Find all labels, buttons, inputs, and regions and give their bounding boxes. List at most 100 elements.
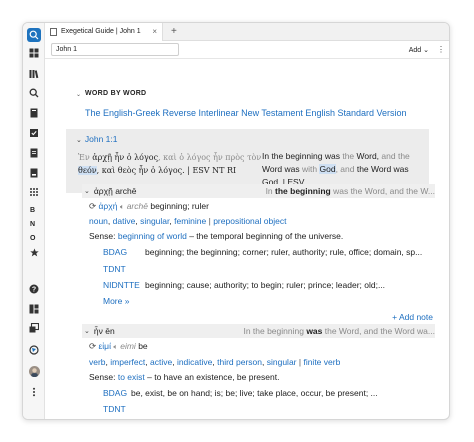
resource-title-link[interactable]: The English-Greek Reverse Interlinear Ne…: [85, 108, 407, 118]
tab-icon: [50, 27, 57, 36]
more-label: More »: [103, 296, 130, 306]
more-icon[interactable]: [27, 385, 41, 399]
morph-tag-link[interactable]: feminine: [174, 216, 206, 226]
entry-translit: archē: [115, 186, 137, 196]
help-icon[interactable]: ?: [27, 282, 41, 296]
shortcut-n[interactable]: N: [30, 221, 35, 228]
panel-menu-icon[interactable]: ⋮: [437, 45, 445, 54]
lexicon-link[interactable]: TDNT: [103, 264, 126, 274]
morph-tag-link[interactable]: dative: [113, 216, 136, 226]
add-label: Add: [408, 46, 422, 54]
dashboard-icon[interactable]: [27, 46, 41, 60]
tab-exegetical-guide[interactable]: Exegetical Guide | John 1 ×: [45, 23, 163, 41]
apps-icon[interactable]: [27, 185, 41, 199]
window-icon[interactable]: [27, 321, 41, 335]
reference-input[interactable]: John 1: [51, 43, 179, 56]
verse-word-run[interactable]: the Word was: [357, 164, 409, 174]
verse-word-run[interactable]: and the: [381, 151, 409, 161]
lexicon-link[interactable]: BDAG: [103, 246, 145, 258]
verse-word-run[interactable]: with: [302, 164, 319, 174]
verse-word-run[interactable]: , καὶ θεὸς ἦν ὁ λόγος: [97, 166, 183, 175]
audio-icon[interactable]: 🔈︎: [120, 202, 125, 211]
magnifier-icon[interactable]: [27, 86, 41, 100]
audio-icon[interactable]: 🔈︎: [113, 342, 118, 351]
lexicon-link[interactable]: NIDNTTE: [103, 279, 145, 291]
chevron-down-icon: ⌄: [84, 188, 90, 195]
verse-word-run[interactable]: Word,: [357, 151, 382, 161]
verse-word-run[interactable]: ἀρχῇ ἦν ὁ λόγος: [92, 153, 158, 162]
add-button[interactable]: Add ⌄: [409, 46, 429, 54]
new-tab-button[interactable]: +: [171, 26, 177, 37]
lexicon-row: TDNT: [103, 263, 126, 275]
verse-word-run[interactable]: , καὶ ὁ λόγος ἦν πρὸς: [158, 153, 245, 162]
context-post: was the Word, and the W...: [330, 186, 435, 196]
sync-icon[interactable]: [27, 343, 41, 357]
checklist-icon[interactable]: [27, 126, 41, 140]
sense-link[interactable]: beginning of world: [118, 231, 187, 241]
lemma-link[interactable]: εἰμί: [99, 341, 111, 351]
morph-tag-link[interactable]: active: [150, 357, 172, 367]
sidebar: B N O ?: [23, 23, 45, 419]
morph-tag-link[interactable]: third person: [217, 357, 262, 367]
library-icon[interactable]: [27, 67, 41, 81]
verse-word-run[interactable]: In the beginning was: [262, 151, 342, 161]
entry-header[interactable]: ⌄ ἦν ēn In the beginning was the Word, a…: [82, 324, 435, 338]
context-pre: In: [265, 186, 276, 196]
morph-tag-link[interactable]: noun: [89, 216, 108, 226]
chevron-down-icon: ⌄: [423, 46, 429, 54]
verse-word-run[interactable]: God: [319, 164, 336, 174]
verse-word-run[interactable]: , and: [336, 164, 357, 174]
reference-bar: John 1 Add ⌄ ⋮: [45, 41, 449, 59]
syntax-link[interactable]: prepositional object: [213, 216, 286, 226]
verse-reference[interactable]: ⌄ John 1:1: [76, 134, 118, 144]
verse-word-run[interactable]: the: [342, 151, 356, 161]
lexicon-row: BDAG be, exist, be on hand; is; be; live;…: [103, 387, 378, 399]
page-icon[interactable]: [27, 166, 41, 180]
lexicon-row: BDAG beginning; the beginning; corner; ru…: [103, 246, 422, 258]
syntax-link[interactable]: finite verb: [303, 357, 340, 367]
notes-icon[interactable]: [27, 106, 41, 120]
sense-label: Sense:: [89, 372, 116, 382]
sense-text: – the temporal beginning of the universe…: [186, 231, 344, 241]
document-icon[interactable]: [27, 146, 41, 160]
close-icon[interactable]: ×: [152, 27, 157, 36]
search-icon[interactable]: [27, 28, 41, 42]
lexicon-row: TDNT: [103, 403, 126, 415]
verse-word-run[interactable]: θεόν: [78, 166, 97, 175]
context-pre: In the beginning: [243, 326, 307, 336]
add-note-button[interactable]: + Add note: [392, 312, 433, 322]
verse-word-run[interactable]: τὸν: [245, 153, 261, 162]
morph-tag-link[interactable]: singular: [267, 357, 297, 367]
lexicon-link[interactable]: TDNT: [103, 404, 126, 414]
lexicon-link[interactable]: BDAG: [103, 387, 131, 399]
morph-tag-link[interactable]: indicative: [177, 357, 212, 367]
morph-tag-link[interactable]: imperfect: [110, 357, 145, 367]
verse-word-run[interactable]: . | ESV NT RI: [182, 166, 236, 175]
collapse-chevron-icon[interactable]: ⌄: [76, 91, 81, 98]
morph-tag-link[interactable]: singular: [140, 216, 169, 226]
entry-header[interactable]: ⌄ ἀρχῇ archē In the beginning was the Wo…: [82, 184, 435, 198]
lemma-line: ⟳ εἰμί 🔈︎ eimi be: [89, 340, 148, 353]
refresh-icon[interactable]: ⟳: [89, 201, 96, 211]
shortcut-b[interactable]: B: [30, 207, 35, 214]
sense-link[interactable]: to exist: [118, 372, 145, 382]
lemma-translit: eimi: [120, 341, 136, 351]
morph-tag-link[interactable]: verb: [89, 357, 106, 367]
morphology-line: verb, imperfect, active, indicative, thi…: [89, 356, 340, 368]
sense-label: Sense:: [89, 231, 116, 241]
morphology-line: noun, dative, singular, feminine | prepo…: [89, 215, 286, 227]
context-bold: was: [306, 326, 323, 336]
lexicon-text: be, exist, be on hand; is; be; live; tak…: [131, 388, 378, 398]
layout-icon[interactable]: [27, 302, 41, 316]
verse-word-run[interactable]: Word was: [262, 164, 302, 174]
more-link[interactable]: More »: [103, 295, 129, 307]
shortcut-o[interactable]: O: [30, 235, 35, 242]
refresh-icon[interactable]: ⟳: [89, 341, 96, 351]
lemma-link[interactable]: ἀρχή: [99, 201, 118, 211]
star-icon[interactable]: [27, 245, 41, 259]
lexicon-text: beginning; the beginning; corner; ruler,…: [145, 247, 423, 257]
avatar[interactable]: [27, 364, 41, 378]
lexicon-row: NIDNTTE beginning; cause; authority; to b…: [103, 279, 385, 291]
verse-word-run[interactable]: Ἐν: [78, 153, 92, 162]
lemma-translit: archē: [126, 201, 148, 211]
